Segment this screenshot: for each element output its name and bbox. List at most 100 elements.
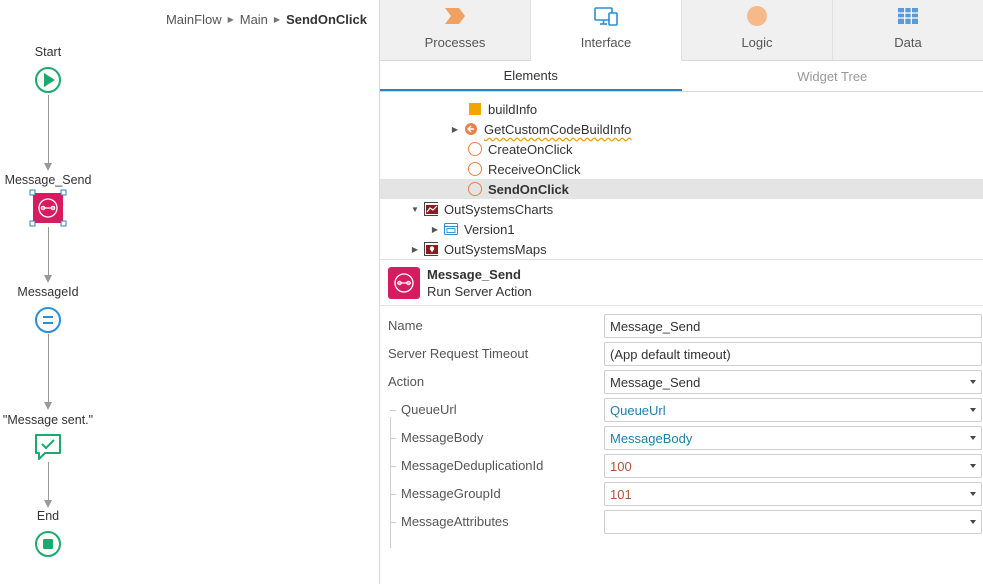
flow-node-label-message-send: Message_Send — [4, 173, 92, 187]
breadcrumb-separator-icon: ▶ — [273, 15, 281, 24]
flow-node-label-end: End — [36, 509, 60, 523]
property-label: MessageDeduplicationId — [401, 458, 544, 473]
tab-data[interactable]: Data — [833, 0, 983, 60]
end-icon[interactable] — [34, 530, 62, 558]
processes-icon — [444, 3, 466, 29]
start-icon[interactable] — [34, 66, 62, 94]
flow-connector — [48, 95, 49, 163]
property-row-messagebody: MessageBody MessageBody — [380, 424, 983, 452]
tree-item-sendonclick[interactable]: SendOnClick — [380, 179, 983, 199]
action-select[interactable]: Message_Send — [604, 370, 982, 394]
tree-item-receiveonclick[interactable]: ReceiveOnClick — [380, 159, 983, 179]
tab-widget-tree[interactable]: Widget Tree — [682, 61, 983, 91]
client-action-icon — [468, 182, 482, 196]
block-icon — [444, 222, 458, 236]
tree-item-label: Version1 — [464, 221, 515, 237]
tree-item-outsystemscharts[interactable]: ▼ OutSystemsCharts — [380, 199, 983, 219]
tree-item-label: OutSystemsCharts — [444, 201, 554, 217]
tab-elements[interactable]: Elements — [380, 61, 682, 91]
client-action-icon — [468, 142, 482, 156]
tab-label: Processes — [424, 35, 486, 50]
tree-item-label: OutSystemsMaps — [444, 241, 547, 257]
elements-tree: buildInfo ▶ GetCustomCodeBuildInfo Creat… — [380, 92, 983, 260]
property-row-queueurl: QueueUrl QueueUrl — [380, 396, 983, 424]
tree-item-version1[interactable]: ▶ Version1 — [380, 219, 983, 239]
flow-arrow-icon — [44, 275, 52, 283]
module-charts-icon — [424, 202, 438, 216]
attributes-select[interactable] — [604, 510, 982, 534]
properties-header: Message_Send Run Server Action — [380, 260, 983, 306]
properties-element-type: Run Server Action — [427, 283, 532, 299]
flow-arrow-icon — [44, 402, 52, 410]
timeout-field[interactable]: (App default timeout) — [604, 342, 982, 366]
tab-interface[interactable]: Interface — [531, 0, 682, 61]
property-label: Name — [388, 318, 423, 333]
property-row-attributes: MessageAttributes — [380, 508, 983, 536]
tab-label: Interface — [580, 35, 632, 50]
property-label: Server Request Timeout — [388, 346, 529, 361]
property-row-deduplicationid: MessageDeduplicationId 100 — [380, 452, 983, 480]
tree-item-outsystemsmaps[interactable]: ▶ OutSystemsMaps — [380, 239, 983, 259]
flow-arrow-icon — [44, 500, 52, 508]
module-maps-icon — [424, 242, 438, 256]
expand-caret-icon[interactable]: ▶ — [450, 125, 460, 134]
breadcrumb-current: SendOnClick — [286, 12, 367, 27]
sub-tab-bar: Elements Widget Tree — [380, 61, 983, 92]
data-icon — [897, 3, 919, 29]
tab-label: Logic — [741, 35, 773, 50]
property-row-groupid: MessageGroupId 101 — [380, 480, 983, 508]
data-action-icon — [464, 122, 478, 136]
tab-label: Data — [894, 35, 922, 50]
dropdown-arrow-icon — [970, 492, 976, 496]
property-label: MessageAttributes — [401, 514, 509, 529]
breadcrumb-separator-icon: ▶ — [227, 15, 234, 24]
dropdown-arrow-icon — [970, 520, 976, 524]
property-label: MessageGroupId — [401, 486, 501, 501]
groupid-select[interactable]: 101 — [604, 482, 982, 506]
tree-item-getcustomcodebuildinfo[interactable]: ▶ GetCustomCodeBuildInfo — [380, 119, 983, 139]
collapse-caret-icon[interactable]: ▼ — [410, 205, 420, 214]
flow-connector — [48, 227, 49, 275]
flow-arrow-icon — [44, 163, 52, 171]
tab-logic[interactable]: Logic — [682, 0, 833, 60]
flow-connector — [48, 334, 49, 402]
tree-item-label: ReceiveOnClick — [488, 161, 581, 177]
expand-caret-icon[interactable]: ▶ — [410, 245, 420, 254]
message-icon[interactable] — [33, 432, 63, 462]
server-action-icon[interactable] — [29, 189, 67, 227]
messagebody-select[interactable]: MessageBody — [604, 426, 982, 450]
assign-icon[interactable] — [34, 306, 62, 334]
property-label: MessageBody — [401, 430, 484, 445]
server-action-icon — [388, 266, 420, 299]
breadcrumb-item-mainflow[interactable]: MainFlow — [166, 12, 222, 27]
tree-item-label: CreateOnClick — [488, 141, 573, 157]
tree-item-label: buildInfo — [488, 101, 538, 117]
dropdown-arrow-icon — [970, 408, 976, 412]
flow-canvas[interactable]: MainFlow ▶ Main ▶ SendOnClick Start Mess… — [0, 0, 379, 584]
flow-node-label-messageid: MessageId — [17, 285, 79, 299]
right-panel: Processes Interface Logic Data Elements … — [379, 0, 983, 584]
tree-item-label: GetCustomCodeBuildInfo — [484, 121, 632, 137]
breadcrumb: MainFlow ▶ Main ▶ SendOnClick — [166, 12, 367, 27]
dropdown-arrow-icon — [970, 464, 976, 468]
queueurl-select[interactable]: QueueUrl — [604, 398, 982, 422]
tree-item-buildinfo[interactable]: buildInfo — [380, 99, 983, 119]
tree-item-label: SendOnClick — [488, 181, 569, 197]
dropdown-arrow-icon — [970, 380, 976, 384]
breadcrumb-item-main[interactable]: Main — [240, 12, 268, 27]
flow-connector — [48, 462, 49, 500]
top-tab-bar: Processes Interface Logic Data — [380, 0, 983, 61]
flow-node-label-message: "Message sent." — [2, 413, 94, 427]
deduplicationid-select[interactable]: 100 — [604, 454, 982, 478]
interface-icon — [594, 3, 618, 29]
name-field[interactable]: Message_Send — [604, 314, 982, 338]
variable-icon — [468, 102, 482, 116]
property-label: Action — [388, 374, 425, 389]
tree-item-createonclick[interactable]: CreateOnClick — [380, 139, 983, 159]
properties-element-name: Message_Send — [427, 266, 521, 282]
expand-caret-icon[interactable]: ▶ — [430, 225, 440, 234]
property-row-timeout: Server Request Timeout (App default time… — [380, 340, 983, 368]
tab-processes[interactable]: Processes — [380, 0, 531, 60]
flow-node-label-start: Start — [34, 45, 62, 59]
property-row-action: Action Message_Send — [380, 368, 983, 396]
